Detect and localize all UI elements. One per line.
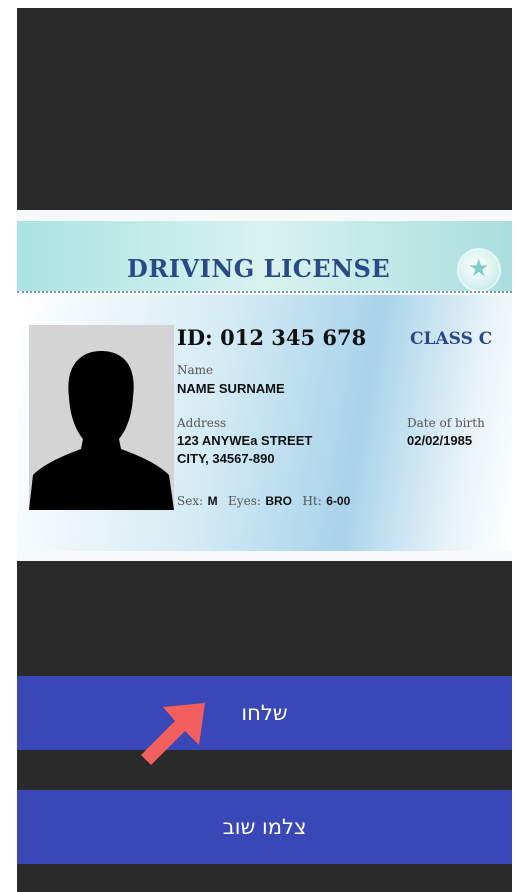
retake-button[interactable]: צלמו שוב [17, 790, 512, 864]
retake-button-label: צלמו שוב [222, 815, 307, 839]
send-button-label: שלחו [241, 701, 288, 725]
address-line-1: 123 ANYWEa STREET [177, 433, 313, 448]
header-divider [17, 291, 512, 293]
address-line-2: CITY, 34567-890 [177, 451, 275, 466]
name-value: NAME SURNAME [177, 381, 285, 396]
eyes-value: BRO [265, 494, 293, 508]
address-label: Address [177, 416, 227, 430]
portrait-silhouette [29, 325, 174, 510]
send-button[interactable]: שלחו [17, 676, 512, 750]
sex-value: M [207, 494, 218, 508]
eyes-label: Eyes: [228, 494, 261, 508]
license-body: ID: 012 345 678 CLASS C Name NAME SURNAM… [17, 295, 512, 551]
height-label: Ht: [302, 494, 322, 508]
name-label: Name [177, 363, 214, 377]
pointer-arrow-icon [141, 703, 205, 765]
license-card-image: DRIVING LICENSE ★ ID: 012 345 678 CLASS … [17, 210, 512, 561]
dob-value: 02/02/1985 [407, 433, 473, 448]
license-title: DRIVING LICENSE [127, 254, 391, 283]
dob-label: Date of birth [407, 416, 485, 430]
sex-label: Sex: [177, 494, 204, 508]
license-class: CLASS C [410, 329, 493, 349]
license-id: ID: 012 345 678 [177, 325, 367, 350]
height-value: 6-00 [326, 494, 351, 508]
star-seal-icon: ★ [457, 248, 501, 292]
camera-preview-screen: DRIVING LICENSE ★ ID: 012 345 678 CLASS … [17, 8, 512, 892]
license-header: DRIVING LICENSE ★ [17, 221, 512, 292]
physical-details: Sex: M Eyes: BRO Ht: 6-00 [177, 492, 350, 510]
